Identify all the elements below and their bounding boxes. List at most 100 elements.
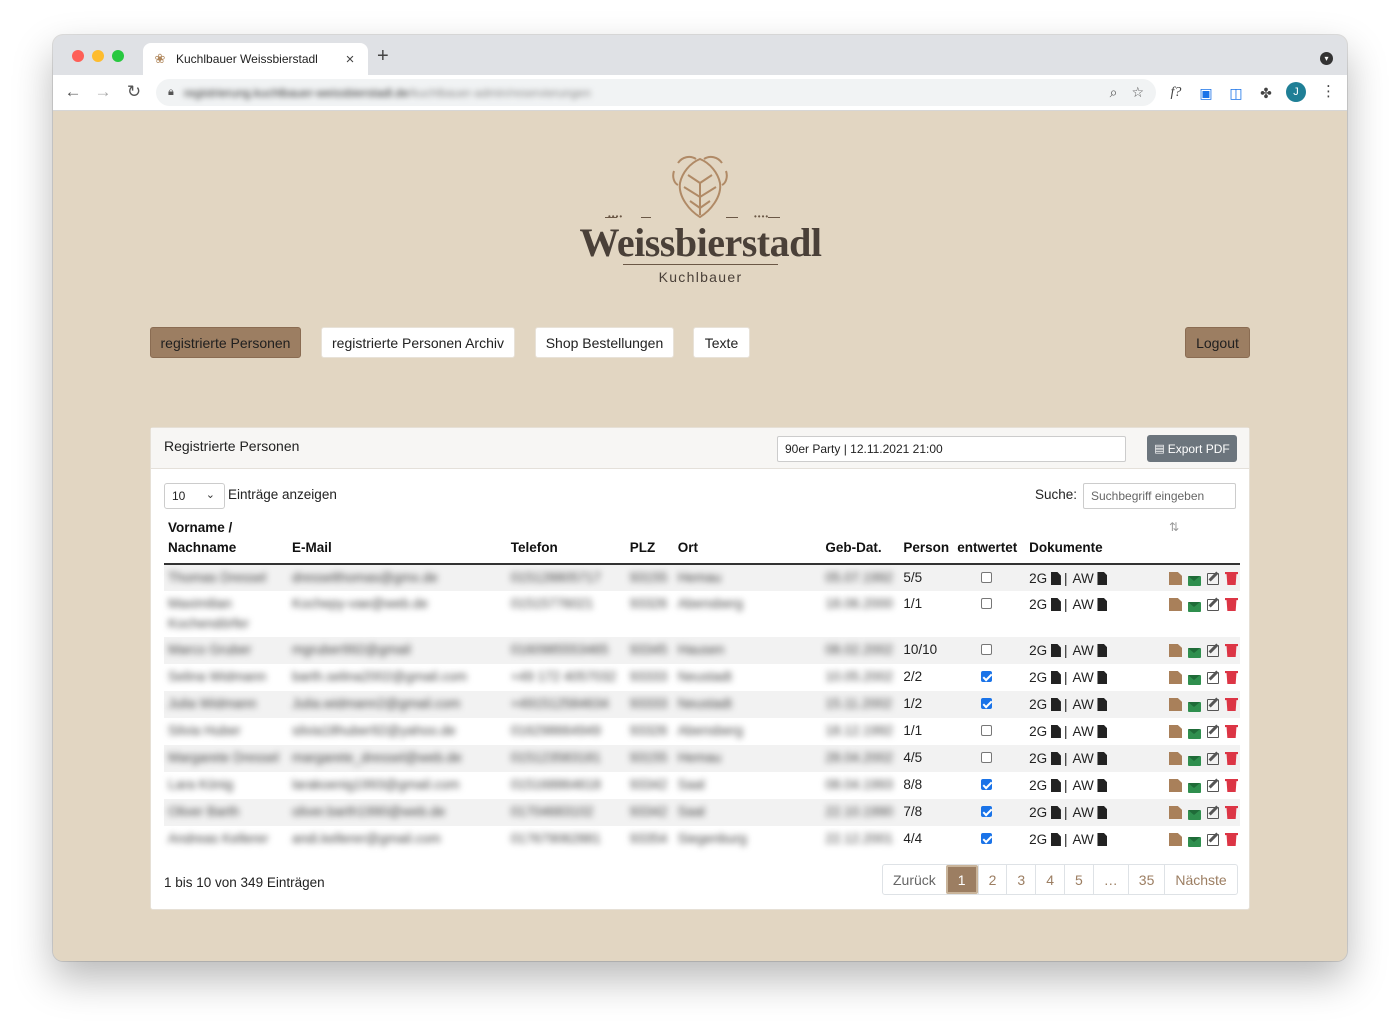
validated-checkbox[interactable] bbox=[981, 670, 993, 682]
validated-checkbox[interactable] bbox=[981, 724, 993, 736]
validated-checkbox[interactable] bbox=[981, 805, 993, 817]
edit-icon[interactable] bbox=[1207, 672, 1219, 684]
browser-menu-icon[interactable]: ⋮ bbox=[1321, 82, 1336, 100]
tab-search-icon[interactable]: ▾ bbox=[1320, 52, 1333, 65]
file-pdf-icon[interactable] bbox=[1169, 752, 1182, 765]
column-header-city[interactable]: Ort bbox=[673, 516, 822, 565]
file-icon[interactable] bbox=[1050, 698, 1061, 711]
envelope-icon[interactable] bbox=[1188, 648, 1201, 658]
trash-icon[interactable] bbox=[1225, 752, 1238, 765]
trash-icon[interactable] bbox=[1225, 725, 1238, 738]
new-tab-button[interactable]: + bbox=[377, 46, 389, 66]
minimize-window-button[interactable] bbox=[92, 50, 104, 62]
edit-icon[interactable] bbox=[1207, 807, 1219, 819]
zoom-icon[interactable]: ⌕ bbox=[1110, 84, 1118, 101]
column-header-email[interactable]: E-Mail bbox=[287, 516, 507, 565]
pagination-page[interactable]: 5 bbox=[1063, 865, 1093, 894]
address-bar[interactable]: 🔒︎ registrierung.kuchlbauer-weissbiersta… bbox=[156, 79, 1156, 106]
search-input[interactable]: Suchbegriff eingeben bbox=[1083, 483, 1236, 509]
edit-icon[interactable] bbox=[1207, 753, 1219, 765]
file-pdf-icon[interactable] bbox=[1169, 598, 1182, 611]
file-icon[interactable] bbox=[1097, 752, 1108, 765]
screenshot-extension-icon[interactable]: ▣ bbox=[1196, 83, 1216, 103]
event-select[interactable]: 90er Party | 12.11.2021 21:00 bbox=[777, 436, 1126, 462]
file-icon[interactable] bbox=[1050, 598, 1061, 611]
export-pdf-button[interactable]: ▤ Export PDF bbox=[1147, 435, 1237, 462]
file-icon[interactable] bbox=[1050, 644, 1061, 657]
edit-icon[interactable] bbox=[1207, 726, 1219, 738]
nav-shop-orders[interactable]: Shop Bestellungen bbox=[535, 327, 674, 358]
envelope-icon[interactable] bbox=[1188, 729, 1201, 739]
pagination-page[interactable]: 35 bbox=[1127, 865, 1165, 894]
column-header-persons[interactable]: Person bbox=[899, 516, 954, 565]
forward-arrow-icon[interactable]: → bbox=[93, 81, 113, 103]
pagination-next[interactable]: Nächste bbox=[1164, 865, 1236, 894]
trash-icon[interactable] bbox=[1225, 806, 1238, 819]
close-window-button[interactable] bbox=[72, 50, 84, 62]
edit-icon[interactable] bbox=[1207, 599, 1219, 611]
file-icon[interactable] bbox=[1050, 806, 1061, 819]
envelope-icon[interactable] bbox=[1188, 837, 1201, 847]
validated-checkbox[interactable] bbox=[981, 778, 993, 790]
column-header-birthdate[interactable]: Geb-Dat. bbox=[821, 516, 900, 565]
nav-registered-persons-archive[interactable]: registrierte Personen Archiv bbox=[321, 327, 515, 358]
envelope-icon[interactable] bbox=[1188, 810, 1201, 820]
trash-icon[interactable] bbox=[1225, 572, 1238, 585]
nav-texts[interactable]: Texte bbox=[693, 327, 750, 358]
profile-avatar[interactable]: J bbox=[1286, 82, 1306, 102]
edit-icon[interactable] bbox=[1207, 645, 1219, 657]
envelope-icon[interactable] bbox=[1188, 756, 1201, 766]
trash-icon[interactable] bbox=[1225, 598, 1238, 611]
column-header-phone[interactable]: Telefon bbox=[506, 516, 626, 565]
tab-close-icon[interactable]: × bbox=[342, 51, 358, 68]
file-pdf-icon[interactable] bbox=[1169, 572, 1182, 585]
file-pdf-icon[interactable] bbox=[1169, 644, 1182, 657]
file-pdf-icon[interactable] bbox=[1169, 806, 1182, 819]
file-icon[interactable] bbox=[1097, 572, 1108, 585]
trash-icon[interactable] bbox=[1225, 698, 1238, 711]
file-icon[interactable] bbox=[1097, 698, 1108, 711]
edit-icon[interactable] bbox=[1207, 699, 1219, 711]
validated-checkbox[interactable] bbox=[981, 697, 993, 709]
pagination-page[interactable]: 3 bbox=[1006, 865, 1035, 894]
file-icon[interactable] bbox=[1097, 644, 1108, 657]
file-icon[interactable] bbox=[1050, 671, 1061, 684]
column-header-validated[interactable]: entwertet bbox=[953, 516, 1026, 565]
bookmark-star-icon[interactable]: ☆ bbox=[1131, 84, 1144, 101]
edit-icon[interactable] bbox=[1207, 780, 1219, 792]
envelope-icon[interactable] bbox=[1188, 576, 1201, 586]
file-icon[interactable] bbox=[1097, 833, 1108, 846]
file-icon[interactable] bbox=[1050, 725, 1061, 738]
browser-tab[interactable]: ❀ Kuchlbauer Weissbierstadl × bbox=[143, 43, 368, 75]
pagination-page[interactable]: 1 bbox=[945, 865, 978, 894]
reload-icon[interactable]: ↻ bbox=[124, 81, 144, 103]
file-icon[interactable] bbox=[1097, 598, 1108, 611]
trash-icon[interactable] bbox=[1225, 779, 1238, 792]
validated-checkbox[interactable] bbox=[981, 597, 993, 609]
validated-checkbox[interactable] bbox=[981, 643, 993, 655]
edit-icon[interactable] bbox=[1207, 834, 1219, 846]
column-header-documents[interactable]: Dokumente bbox=[1025, 516, 1136, 565]
envelope-icon[interactable] bbox=[1188, 783, 1201, 793]
page-length-select[interactable]: 10 ⌄ bbox=[164, 483, 225, 509]
trash-icon[interactable] bbox=[1225, 644, 1238, 657]
nav-registered-persons[interactable]: registrierte Personen bbox=[150, 327, 301, 358]
extensions-puzzle-icon[interactable]: ✤ bbox=[1256, 83, 1276, 103]
file-pdf-icon[interactable] bbox=[1169, 779, 1182, 792]
column-header-name[interactable]: Vorname / Nachname bbox=[164, 516, 288, 565]
pagination-page[interactable]: 2 bbox=[977, 865, 1007, 894]
column-header-zip[interactable]: PLZ bbox=[625, 516, 674, 565]
file-pdf-icon[interactable] bbox=[1169, 671, 1182, 684]
validated-checkbox[interactable] bbox=[981, 571, 993, 583]
file-icon[interactable] bbox=[1050, 833, 1061, 846]
back-arrow-icon[interactable]: ← bbox=[63, 81, 83, 103]
pagination-page[interactable]: 4 bbox=[1035, 865, 1064, 894]
validated-checkbox[interactable] bbox=[981, 751, 993, 763]
edit-icon[interactable] bbox=[1207, 573, 1219, 585]
trash-icon[interactable] bbox=[1225, 671, 1238, 684]
envelope-icon[interactable] bbox=[1188, 602, 1201, 612]
file-pdf-icon[interactable] bbox=[1169, 698, 1182, 711]
envelope-icon[interactable] bbox=[1188, 675, 1201, 685]
pagination-previous[interactable]: Zurück bbox=[883, 865, 946, 894]
file-icon[interactable] bbox=[1050, 752, 1061, 765]
